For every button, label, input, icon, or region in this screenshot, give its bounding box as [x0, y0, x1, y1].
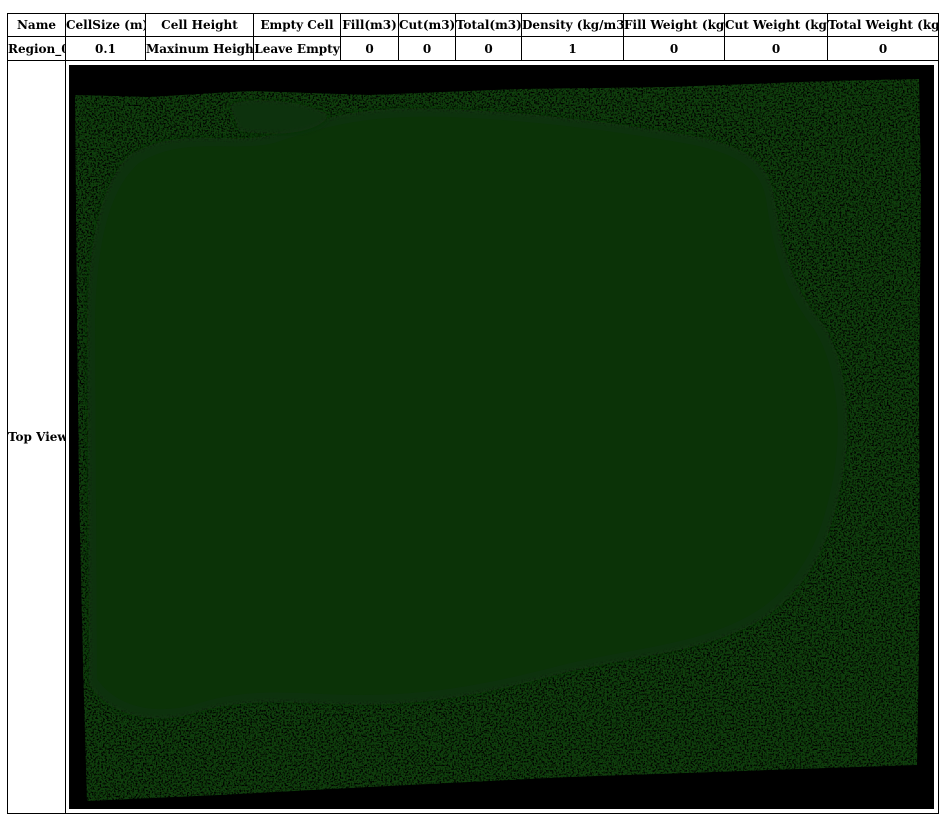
header-empty-cell: Empty Cell — [254, 14, 341, 37]
cell-cut: 0 — [399, 37, 456, 61]
header-cut: Cut(m3) — [399, 14, 456, 37]
cell-total: 0 — [456, 37, 522, 61]
header-name: Name — [8, 14, 66, 37]
header-row: Name CellSize (m) Cell Height Empty Cell… — [8, 14, 939, 37]
table-row: Region_0 0.1 Maxinum Height Leave Empty … — [8, 37, 939, 61]
top-view-row: Top View — [8, 61, 939, 814]
header-total: Total(m3) — [456, 14, 522, 37]
top-view-cell — [66, 61, 939, 814]
header-fill-weight: Fill Weight (kg) — [624, 14, 725, 37]
volume-report-table: Name CellSize (m) Cell Height Empty Cell… — [7, 13, 939, 814]
header-cell-height: Cell Height — [146, 14, 254, 37]
cell-fill: 0 — [341, 37, 399, 61]
central-mass-core — [95, 116, 838, 710]
cell-cell-height: Maxinum Height — [146, 37, 254, 61]
header-fill: Fill(m3) — [341, 14, 399, 37]
cell-empty-cell: Leave Empty — [254, 37, 341, 61]
cell-cellsize: 0.1 — [66, 37, 146, 61]
cell-name: Region_0 — [8, 37, 66, 61]
point-cloud-image — [75, 79, 921, 801]
cell-total-weight: 0 — [828, 37, 939, 61]
header-density: Density (kg/m3) — [522, 14, 624, 37]
header-cellsize: CellSize (m) — [66, 14, 146, 37]
cell-fill-weight: 0 — [624, 37, 725, 61]
top-view-image — [69, 65, 934, 809]
cell-cut-weight: 0 — [725, 37, 828, 61]
header-cut-weight: Cut Weight (kg) — [725, 14, 828, 37]
cell-density: 1 — [522, 37, 624, 61]
top-view-label: Top View — [8, 61, 66, 814]
central-mass — [87, 108, 848, 719]
header-total-weight: Total Weight (kg) — [828, 14, 939, 37]
